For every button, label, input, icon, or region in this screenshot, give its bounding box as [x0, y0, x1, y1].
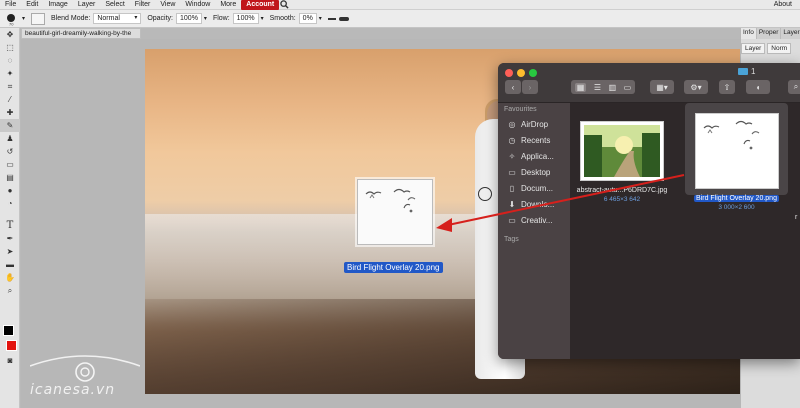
watermark-logo: icanesa.vn: [29, 352, 141, 402]
watermark-text: icanesa.vn: [30, 382, 116, 398]
drag-arrow: [436, 174, 685, 232]
aperture-logo-icon: [29, 355, 141, 382]
